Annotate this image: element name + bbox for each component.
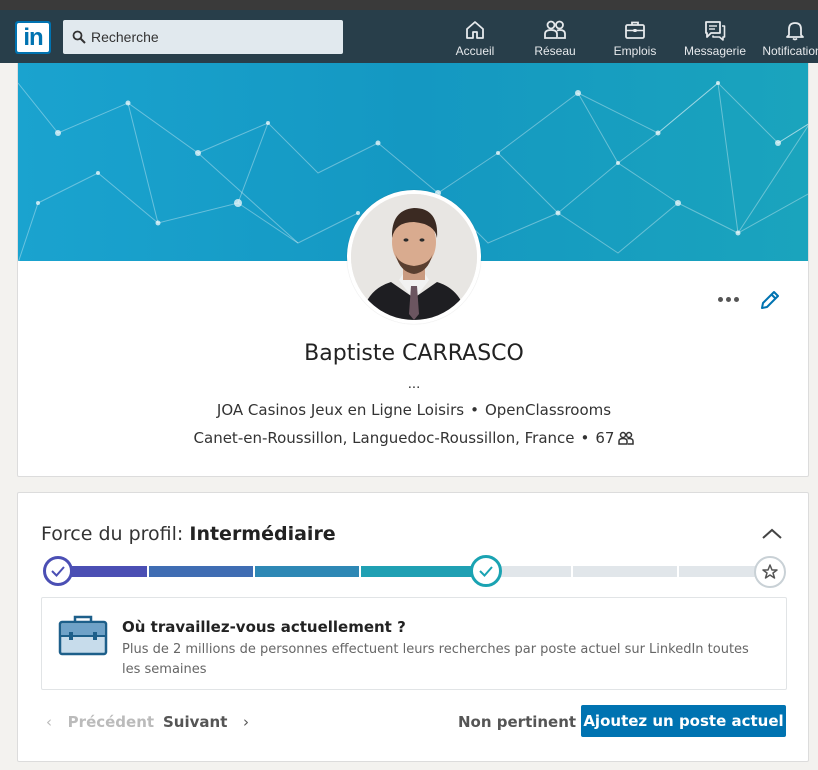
messaging-icon bbox=[705, 21, 726, 41]
star-icon bbox=[762, 564, 778, 579]
profile-location-line: Canet-en-Roussillon, Languedoc-Roussillo… bbox=[18, 429, 808, 447]
not-relevant-button[interactable]: Non pertinent bbox=[458, 713, 576, 731]
home-icon bbox=[466, 21, 484, 39]
collapse-button[interactable] bbox=[760, 524, 784, 544]
bell-icon bbox=[786, 22, 804, 41]
pencil-icon bbox=[761, 291, 779, 309]
window-top-strip bbox=[0, 0, 818, 10]
profile-name: Baptiste CARRASCO bbox=[304, 341, 524, 366]
goal-step-marker bbox=[754, 556, 786, 588]
logo-text: in bbox=[17, 23, 49, 52]
nav-label-network: Réseau bbox=[534, 44, 576, 58]
nav-label-jobs: Emplois bbox=[613, 44, 657, 58]
suggestion-box: Où travaillez-vous actuellement ? Plus d… bbox=[41, 597, 787, 690]
nav-label-messaging: Messagerie bbox=[683, 44, 747, 58]
suggestion-text: Plus de 2 millions de personnes effectue… bbox=[122, 642, 749, 677]
meter-segment bbox=[255, 566, 359, 577]
meter-segment bbox=[679, 566, 757, 577]
top-navbar: in Accueil Réseau Emplois bbox=[0, 10, 818, 63]
start-step-marker bbox=[43, 556, 73, 586]
strength-footer: ‹ Précédent Suivant › Non pertinent Ajou… bbox=[18, 705, 808, 739]
meter-segment bbox=[149, 566, 253, 577]
strength-label: Force du profil: bbox=[41, 523, 184, 545]
current-step-marker bbox=[470, 555, 502, 587]
nav-label-home: Accueil bbox=[455, 44, 495, 58]
next-label: Suivant bbox=[163, 713, 228, 731]
nav-item-network[interactable]: Réseau bbox=[525, 10, 585, 63]
strength-meter bbox=[43, 555, 787, 588]
more-dot-icon bbox=[734, 297, 739, 302]
avatar-photo bbox=[351, 194, 477, 320]
edit-profile-button[interactable] bbox=[758, 288, 782, 312]
chevron-left-icon: ‹ bbox=[46, 713, 52, 731]
profile-companies: JOA Casinos Jeux en Ligne Loisirs • OpenCl… bbox=[18, 401, 808, 419]
add-current-position-button[interactable]: Ajoutez un poste actuel bbox=[581, 705, 786, 737]
network-icon bbox=[544, 20, 566, 39]
profile-headline: ... bbox=[407, 375, 421, 392]
profile-strength-card: Force du profil: Intermédiaire Où travai… bbox=[17, 492, 809, 762]
nav-item-notifications[interactable]: Notifications bbox=[760, 10, 818, 63]
more-actions-button[interactable] bbox=[718, 288, 742, 308]
search-icon bbox=[72, 30, 86, 44]
check-icon bbox=[51, 566, 65, 577]
strength-level: Intermédiaire bbox=[189, 523, 336, 545]
search-box[interactable] bbox=[63, 20, 343, 54]
nav-item-home[interactable]: Accueil bbox=[445, 10, 505, 63]
nav-label-notifications: Notifications bbox=[762, 44, 818, 58]
check-icon bbox=[479, 566, 493, 577]
meter-segment bbox=[361, 566, 471, 577]
profile-card: Baptiste CARRASCO ... JOA Casinos Jeux e… bbox=[17, 63, 809, 477]
profile-avatar[interactable] bbox=[347, 190, 481, 324]
chevron-right-icon: › bbox=[243, 713, 250, 731]
more-dot-icon bbox=[718, 297, 723, 302]
profile-strength-title: Force du profil: Intermédiaire bbox=[41, 523, 336, 545]
more-dot-icon bbox=[726, 297, 731, 302]
meter-segment bbox=[573, 566, 677, 577]
nav-item-messaging[interactable]: Messagerie bbox=[680, 10, 750, 63]
linkedin-logo[interactable]: in bbox=[15, 21, 51, 54]
separator-bullet: • bbox=[470, 401, 479, 419]
school-link[interactable]: OpenClassrooms bbox=[485, 401, 611, 419]
profile-location: Canet-en-Roussillon, Languedoc-Roussillo… bbox=[193, 429, 575, 447]
briefcase-icon bbox=[58, 615, 108, 656]
jobs-icon bbox=[625, 21, 645, 39]
company-link[interactable]: JOA Casinos Jeux en Ligne Loisirs bbox=[217, 401, 464, 419]
chevron-up-icon bbox=[762, 528, 782, 539]
next-button[interactable]: Suivant › bbox=[163, 713, 249, 731]
search-input[interactable] bbox=[91, 20, 331, 54]
suggestion-title: Où travaillez-vous actuellement ? bbox=[122, 618, 406, 636]
nav-item-jobs[interactable]: Emplois bbox=[605, 10, 665, 63]
previous-button[interactable]: ‹ Précédent bbox=[46, 713, 154, 731]
connections-icon bbox=[618, 431, 635, 445]
separator-bullet: • bbox=[580, 429, 590, 447]
connections-count[interactable]: 67 bbox=[595, 429, 614, 447]
previous-label: Précédent bbox=[67, 713, 155, 731]
